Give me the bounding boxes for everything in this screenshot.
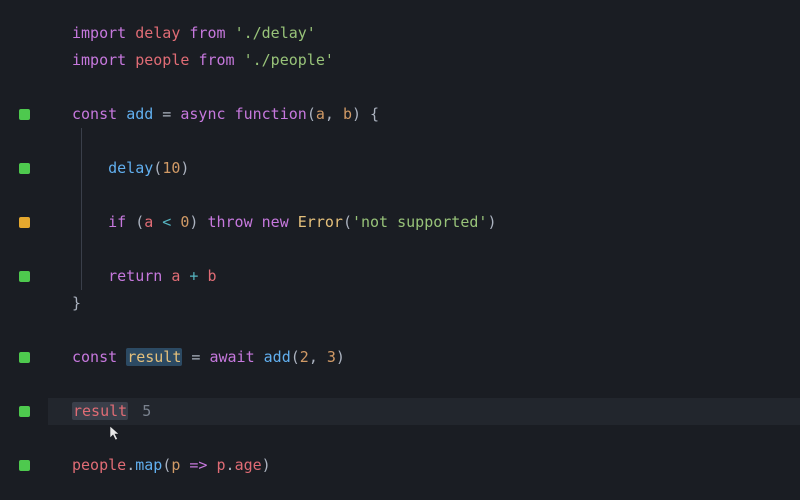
coverage-marker-green-icon: [19, 406, 30, 417]
code-line-blank[interactable]: [0, 128, 800, 155]
code-content[interactable]: result 5: [48, 398, 151, 425]
code-line[interactable]: const add = async function(a, b) {: [0, 101, 800, 128]
keyword-if: if: [108, 213, 126, 231]
keyword-new: new: [262, 213, 289, 231]
keyword-return: return: [108, 267, 162, 285]
gutter: [0, 217, 48, 228]
coverage-marker-yellow-icon: [19, 217, 30, 228]
keyword-function: function: [235, 105, 307, 123]
arrow: =>: [180, 456, 216, 474]
class-error: Error: [298, 213, 343, 231]
gutter: [0, 271, 48, 282]
code-line[interactable]: people.map(p => p.age): [0, 452, 800, 479]
ident-people: people: [72, 456, 126, 474]
code-editor[interactable]: import delay from './delay' import peopl…: [0, 0, 800, 479]
ident-b: b: [207, 267, 216, 285]
keyword-throw: throw: [207, 213, 252, 231]
code-line[interactable]: delay(10): [0, 155, 800, 182]
keyword-async: async: [180, 105, 225, 123]
op-lt: <: [153, 213, 180, 231]
string-path: './people': [244, 51, 334, 69]
code-content[interactable]: import delay from './delay': [48, 20, 316, 47]
keyword-await: await: [209, 348, 254, 366]
code-line[interactable]: import delay from './delay': [0, 20, 800, 47]
call-delay: delay: [108, 159, 153, 177]
gutter: [0, 163, 48, 174]
coverage-marker-green-icon: [19, 109, 30, 120]
ident-p: p: [217, 456, 226, 474]
code-line[interactable]: }: [0, 290, 800, 317]
gutter: [0, 406, 48, 417]
string-path: './delay': [235, 24, 316, 42]
string-msg: 'not supported': [352, 213, 487, 231]
param-a: a: [316, 105, 325, 123]
ident-a: a: [144, 213, 153, 231]
code-line[interactable]: return a + b: [0, 263, 800, 290]
indent-guide: [81, 182, 82, 209]
indent-guide: [81, 209, 82, 236]
code-line-blank[interactable]: [0, 236, 800, 263]
keyword-from: from: [198, 51, 234, 69]
param-b: b: [343, 105, 352, 123]
gutter: [0, 109, 48, 120]
code-content[interactable]: import people from './people': [48, 47, 334, 74]
prop-age: age: [235, 456, 262, 474]
code-line-current[interactable]: result 5: [0, 398, 800, 425]
code-line-blank[interactable]: [0, 182, 800, 209]
ident-result: result: [72, 402, 128, 420]
coverage-marker-green-icon: [19, 352, 30, 363]
indent-guide: [81, 155, 82, 182]
indent-guide: [81, 236, 82, 263]
code-line[interactable]: import people from './people': [0, 47, 800, 74]
code-line[interactable]: if (a < 0) throw new Error('not supporte…: [0, 209, 800, 236]
coverage-marker-green-icon: [19, 460, 30, 471]
gutter: [0, 460, 48, 471]
code-line[interactable]: const result = await add(2, 3): [0, 344, 800, 371]
keyword-from: from: [189, 24, 225, 42]
ident-people: people: [135, 51, 189, 69]
keyword-import: import: [72, 24, 126, 42]
number-2: 2: [300, 348, 309, 366]
call-add: add: [264, 348, 291, 366]
code-content[interactable]: }: [48, 290, 81, 317]
number-3: 3: [327, 348, 336, 366]
code-line-blank[interactable]: [0, 74, 800, 101]
coverage-marker-green-icon: [19, 271, 30, 282]
coverage-marker-green-icon: [19, 163, 30, 174]
keyword-const: const: [72, 348, 117, 366]
code-content[interactable]: people.map(p => p.age): [48, 452, 271, 479]
current-line-highlight: [48, 398, 800, 425]
code-content[interactable]: delay(10): [48, 155, 189, 182]
ident-delay: delay: [135, 24, 180, 42]
op-plus: +: [180, 267, 207, 285]
indent-guide: [81, 128, 82, 155]
def-add: add: [126, 105, 153, 123]
keyword-const: const: [72, 105, 117, 123]
code-content[interactable]: return a + b: [48, 263, 217, 290]
code-line-blank[interactable]: [0, 371, 800, 398]
brace-close: }: [72, 294, 81, 312]
code-content[interactable]: const add = async function(a, b) {: [48, 101, 379, 128]
method-map: map: [135, 456, 162, 474]
number-10: 10: [162, 159, 180, 177]
gutter: [0, 352, 48, 363]
indent-guide: [81, 263, 82, 290]
code-content[interactable]: if (a < 0) throw new Error('not supporte…: [48, 209, 496, 236]
keyword-import: import: [72, 51, 126, 69]
code-content[interactable]: const result = await add(2, 3): [48, 344, 345, 371]
code-line-blank[interactable]: [0, 425, 800, 452]
code-line-blank[interactable]: [0, 317, 800, 344]
def-result: result: [126, 348, 182, 366]
inline-value: 5: [142, 402, 151, 420]
